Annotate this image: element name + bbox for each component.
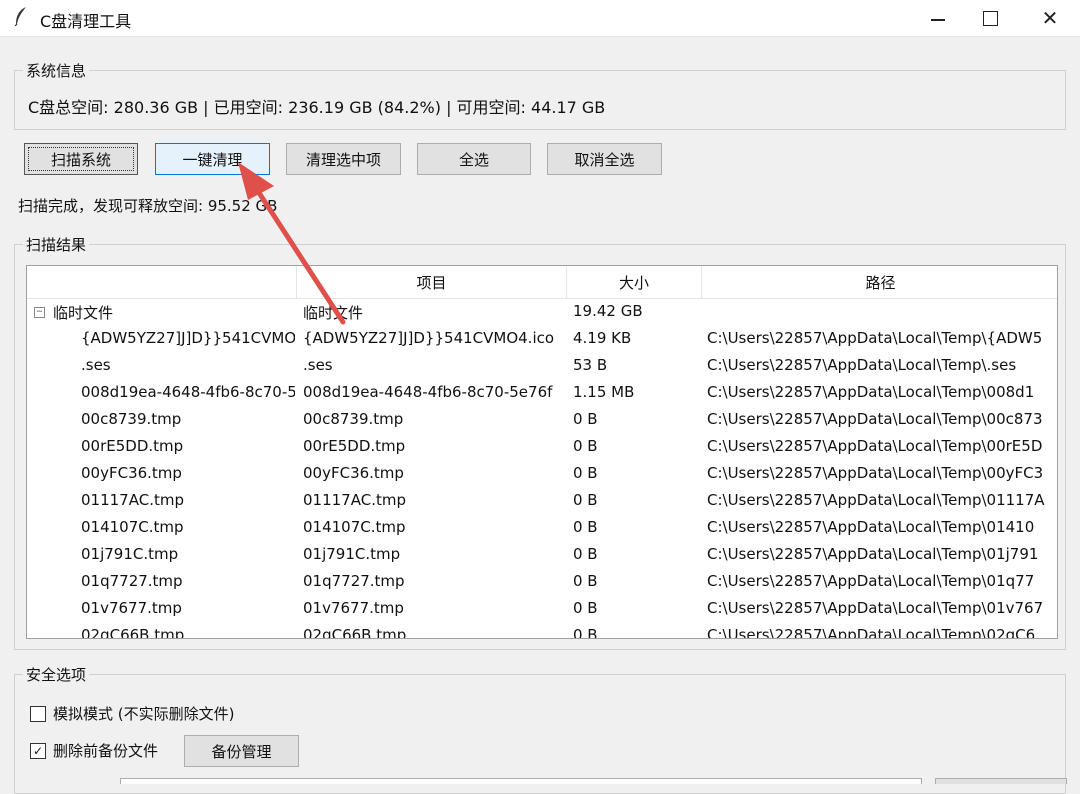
feather-icon [14,6,28,31]
close-icon: ✕ [1041,6,1059,30]
table-header: 项目 大小 路径 [27,266,1057,299]
item-cell: .ses [303,356,333,374]
size-cell: 0 B [573,572,598,590]
select-all-button[interactable]: 全选 [417,143,531,175]
path-cell: C:\Users\22857\AppData\Local\Temp\00c873 [707,410,1043,428]
size-cell: 0 B [573,491,598,509]
item-cell: 01q7727.tmp [303,572,405,590]
item-cell: 02qC66B.tmp [303,626,407,639]
deselect-all-button[interactable]: 取消全选 [547,143,662,175]
maximize-icon [982,10,998,26]
table-row[interactable]: 01117AC.tmp 01117AC.tmp 0 B C:\Users\22857\… [27,487,1057,514]
scan-results-label: 扫描结果 [23,234,90,255]
size-cell: 1.15 MB [573,383,635,401]
size-cell: 0 B [573,410,598,428]
tree-node-label: 临时文件 [53,304,114,322]
collapse-icon[interactable]: − [34,307,45,318]
disk-usage-text: C盘总空间: 280.36 GB | 已用空间: 236.19 GB (84.2… [28,98,606,117]
close-button[interactable]: ✕ [1022,0,1078,36]
column-header-size[interactable]: 大小 [567,266,702,298]
name-cell: 02qC66B.tmp [81,626,185,639]
table-row[interactable]: 01q7727.tmp 01q7727.tmp 0 B C:\Users\22857\… [27,568,1057,595]
size-cell: 4.19 KB [573,329,632,347]
item-cell: 临时文件 [303,304,364,322]
path-cell: C:\Users\22857\AppData\Local\Temp\01j791 [707,545,1039,563]
table-row[interactable]: 014107C.tmp 014107C.tmp 0 B C:\Users\22857\… [27,514,1057,541]
backup-before-delete-checkbox[interactable]: ✓ [30,743,46,759]
path-cell: C:\Users\22857\AppData\Local\Temp\.ses [707,356,1017,374]
one-click-clean-button[interactable]: 一键清理 [155,143,270,175]
item-cell: 014107C.tmp [303,518,406,536]
size-cell: 0 B [573,437,598,455]
system-info-label: 系统信息 [23,60,90,81]
simulate-mode-checkbox[interactable] [30,706,46,722]
path-cell: C:\Users\22857\AppData\Local\Temp\01q77 [707,572,1035,590]
bottom-field [120,778,922,784]
maximize-button[interactable] [962,0,1018,36]
table-row[interactable]: 008d19ea-4648-4fb6-8c70-5 008d19ea-4648-4… [27,379,1057,406]
name-cell: 01117AC.tmp [81,491,184,509]
table-row[interactable]: 00rE5DD.tmp 00rE5DD.tmp 0 B C:\Users\22857\… [27,433,1057,460]
path-cell: C:\Users\22857\AppData\Local\Temp\01117A [707,491,1045,509]
column-header-path[interactable]: 路径 [702,266,1057,298]
item-cell: 01j791C.tmp [303,545,401,563]
backup-manage-button[interactable]: 备份管理 [184,735,299,767]
table-row[interactable]: 00c8739.tmp 00c8739.tmp 0 B C:\Users\22857\… [27,406,1057,433]
name-cell: 00yFC36.tmp [81,464,182,482]
name-cell: 014107C.tmp [81,518,184,536]
path-cell: C:\Users\22857\AppData\Local\Temp\00yFC3 [707,464,1044,482]
size-cell: 53 B [573,356,608,374]
title-bar: C盘清理工具 ✕ [0,0,1080,37]
table-row[interactable]: .ses .ses 53 B C:\Users\22857\AppData\Local… [27,352,1057,379]
path-cell: C:\Users\22857\AppData\Local\Temp\00rE5D [707,437,1043,455]
clean-selected-button[interactable]: 清理选中项 [286,143,401,175]
results-tree-table[interactable]: 项目 大小 路径 − 临时文件 临时文件 19.42 GB {ADW5YZ27]… [26,265,1058,639]
path-cell: C:\Users\22857\AppData\Local\Temp\01410 [707,518,1035,536]
size-cell: 0 B [573,599,598,617]
scan-system-button[interactable]: 扫描系统 [24,143,138,175]
backup-before-delete-label[interactable]: 删除前备份文件 [53,740,158,761]
minimize-icon [931,19,945,21]
size-cell: 0 B [573,464,598,482]
item-cell: 01117AC.tmp [303,491,406,509]
safety-options-group [14,674,1066,794]
item-cell: {ADW5YZ27]J]D}}541CVMO4.ico [303,329,555,347]
window-title: C盘清理工具 [40,12,132,31]
name-cell: 00rE5DD.tmp [81,437,184,455]
item-cell: 00rE5DD.tmp [303,437,406,455]
column-header-tree[interactable] [27,266,297,298]
item-cell: 01v7677.tmp [303,599,404,617]
table-row[interactable]: 01v7677.tmp 01v7677.tmp 0 B C:\Users\22857\… [27,595,1057,622]
column-header-item[interactable]: 项目 [297,266,567,298]
item-cell: 00yFC36.tmp [303,464,404,482]
bottom-button [935,778,1067,784]
safety-options-label: 安全选项 [23,664,90,685]
path-cell: C:\Users\22857\AppData\Local\Temp\{ADW5 [707,329,1043,347]
size-cell: 19.42 GB [573,302,643,320]
table-row[interactable]: {ADW5YZ27]J]D}}541CVMO4 {ADW5YZ27]J]D}}54… [27,325,1057,352]
table-body: − 临时文件 临时文件 19.42 GB {ADW5YZ27]J]D}}541C… [27,298,1057,639]
table-row[interactable]: 01j791C.tmp 01j791C.tmp 0 B C:\Users\22857\… [27,541,1057,568]
scan-status-text: 扫描完成，发现可释放空间: 95.52 GB [18,197,278,215]
name-cell: .ses [81,356,111,374]
name-cell: 008d19ea-4648-4fb6-8c70-5 [81,383,295,401]
name-cell: {ADW5YZ27]J]D}}541CVMO4 [81,329,295,347]
name-cell: 00c8739.tmp [81,410,182,428]
item-cell: 008d19ea-4648-4fb6-8c70-5e76f [303,383,553,401]
simulate-mode-label[interactable]: 模拟模式 (不实际删除文件) [53,703,234,724]
path-cell: C:\Users\22857\AppData\Local\Temp\01v767 [707,599,1044,617]
table-row[interactable]: 00yFC36.tmp 00yFC36.tmp 0 B C:\Users\22857\… [27,460,1057,487]
size-cell: 0 B [573,518,598,536]
table-row[interactable]: 02qC66B.tmp 02qC66B.tmp 0 B C:\Users\22857\… [27,622,1057,639]
name-cell: 01q7727.tmp [81,572,183,590]
name-cell: 01j791C.tmp [81,545,179,563]
minimize-button[interactable] [910,0,966,36]
tree-row-temp-files[interactable]: − 临时文件 临时文件 19.42 GB [27,298,1057,325]
size-cell: 0 B [573,545,598,563]
path-cell: C:\Users\22857\AppData\Local\Temp\02qC6 [707,626,1036,639]
size-cell: 0 B [573,626,598,639]
item-cell: 00c8739.tmp [303,410,404,428]
name-cell: 01v7677.tmp [81,599,182,617]
path-cell: C:\Users\22857\AppData\Local\Temp\008d1 [707,383,1035,401]
